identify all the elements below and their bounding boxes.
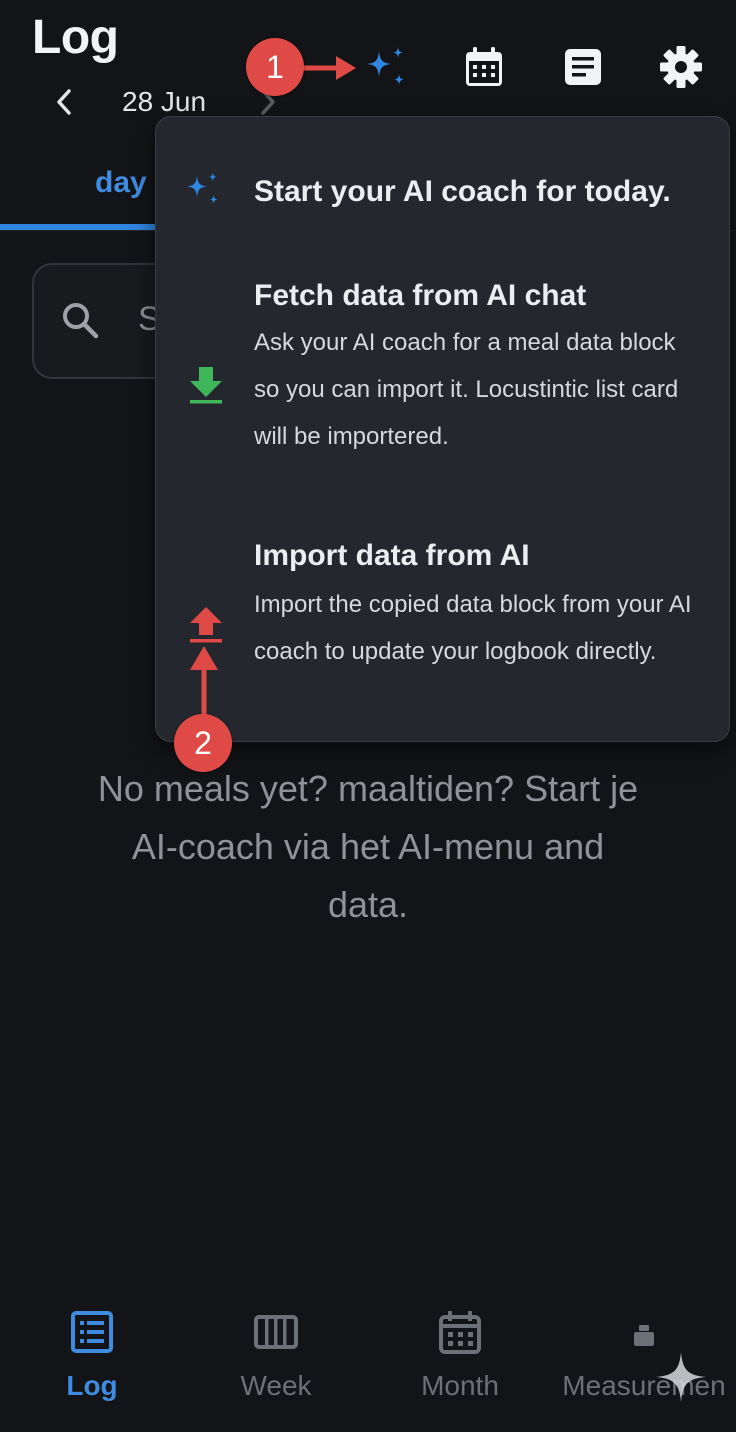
- fetch-data-title: Fetch data from AI chat: [254, 279, 587, 312]
- empty-state-message: No meals yet? maaltiden? Start je AI-coa…: [40, 760, 696, 934]
- page-title: Log: [32, 11, 119, 64]
- annotation-badge-1: 1: [246, 38, 304, 96]
- list-icon: [71, 1311, 113, 1353]
- sparkle-watermark-icon: [656, 1352, 706, 1402]
- scale-icon: [634, 1325, 654, 1346]
- import-data-description: Import the copied data block from your A…: [254, 591, 692, 665]
- bottom-navigation: Log Week Month Measuremen: [0, 1290, 736, 1432]
- nav-label-month: Month: [421, 1370, 499, 1401]
- menu-header-title: Start your AI coach for today.: [254, 175, 671, 208]
- search-icon: [63, 303, 99, 339]
- nav-label-log: Log: [66, 1370, 118, 1401]
- menu-item-start-coach[interactable]: Start your AI coach for today.: [156, 117, 731, 267]
- chevron-left-icon: [57, 89, 71, 115]
- menu-item-import-data[interactable]: Import data from AI Import the copied da…: [156, 527, 731, 727]
- empty-state-line-3: data.: [327, 884, 409, 925]
- document-icon: [565, 49, 601, 85]
- nav-item-week[interactable]: Week: [184, 1290, 368, 1432]
- week-columns-icon: [254, 1315, 298, 1349]
- tab-day[interactable]: day: [95, 166, 147, 200]
- calendar-icon: [439, 1311, 481, 1354]
- notes-button[interactable]: [554, 38, 612, 96]
- import-data-title: Import data from AI: [254, 539, 530, 572]
- empty-state-line-1: No meals yet? maaltiden? Start je: [97, 768, 639, 809]
- upload-icon: [190, 607, 222, 643]
- gear-icon: [660, 46, 702, 88]
- menu-item-fetch-data[interactable]: Fetch data from AI chat Ask your AI coac…: [156, 267, 731, 505]
- ai-coach-menu: Start your AI coach for today. Fetch dat…: [155, 116, 730, 742]
- calendar-icon: [466, 47, 502, 86]
- calendar-button[interactable]: [455, 38, 513, 96]
- current-date[interactable]: 28 Jun: [122, 86, 206, 118]
- empty-state-line-2: AI-coach via het AI-menu and: [131, 826, 605, 867]
- nav-label-week: Week: [240, 1370, 312, 1401]
- ai-coach-button[interactable]: [356, 38, 414, 96]
- active-tab-indicator: [0, 224, 160, 230]
- nav-item-month[interactable]: Month: [368, 1290, 552, 1432]
- fetch-data-description: Ask your AI coach for a meal data block …: [254, 329, 679, 450]
- previous-day-button[interactable]: [50, 84, 78, 120]
- sparkles-icon: [367, 47, 404, 85]
- sparkles-icon: [187, 172, 218, 204]
- annotation-badge-2: 2: [174, 714, 232, 772]
- settings-button[interactable]: [652, 38, 710, 96]
- nav-item-log[interactable]: Log: [0, 1290, 184, 1432]
- nav-label-measurements: Measuremen: [562, 1370, 726, 1401]
- annotation-arrow-2: [190, 646, 218, 718]
- download-icon: [190, 367, 222, 404]
- nav-item-measurements[interactable]: Measuremen: [552, 1290, 736, 1432]
